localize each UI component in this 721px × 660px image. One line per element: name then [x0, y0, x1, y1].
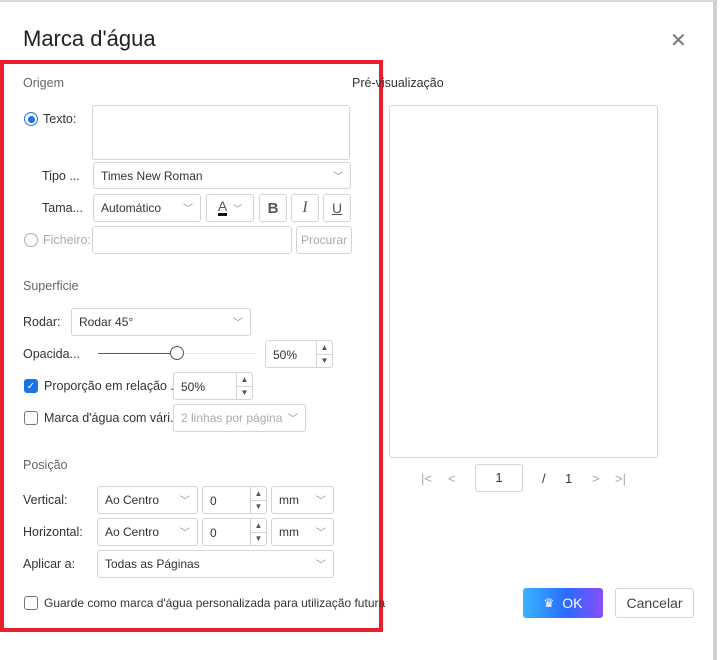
- preview-area: [389, 105, 658, 458]
- proporcao-value: 50%: [181, 380, 206, 394]
- underline-button[interactable]: U: [323, 194, 351, 222]
- chevron-down-icon[interactable]: ▼: [251, 533, 266, 546]
- vertical-value: 0: [210, 494, 217, 508]
- chevron-down-icon: ﹀: [316, 527, 326, 539]
- chevron-up-icon[interactable]: ▲: [251, 487, 266, 501]
- texto-label: Texto:: [43, 112, 77, 126]
- superficie-heading: Superficie: [23, 279, 79, 293]
- vertical-align-select[interactable]: Ao Centro ﹀: [97, 486, 198, 514]
- vertical-align-value: Ao Centro: [105, 493, 160, 507]
- opacity-slider-thumb[interactable]: [170, 346, 184, 360]
- next-page-icon[interactable]: >: [592, 471, 600, 486]
- texto-input[interactable]: [92, 105, 350, 160]
- multi-select[interactable]: 2 linhas por página ﹀: [173, 404, 306, 432]
- chevron-down-icon: ﹀: [180, 495, 190, 507]
- rodar-label: Rodar:: [23, 315, 61, 329]
- procurar-button[interactable]: Procurar: [296, 226, 352, 254]
- preview-heading: Pré-visualização: [352, 76, 444, 90]
- opacidade-spinbox[interactable]: 50% ▲ ▼: [265, 340, 333, 368]
- horizontal-align-value: Ao Centro: [105, 525, 160, 539]
- aplicar-label: Aplicar a:: [23, 557, 76, 571]
- horizontal-unit-value: mm: [279, 525, 299, 539]
- font-value: Times New Roman: [101, 168, 203, 183]
- italic-button[interactable]: I: [291, 194, 319, 222]
- rodar-value: Rodar 45°: [79, 315, 134, 329]
- rodar-select[interactable]: Rodar 45° ﹀: [71, 308, 251, 336]
- crown-icon: ♛: [543, 596, 555, 610]
- chevron-down-icon: ﹀: [288, 413, 298, 425]
- chevron-down-icon[interactable]: ▼: [251, 501, 266, 514]
- font-color-button[interactable]: A ﹀: [206, 194, 254, 222]
- vertical-unit-value: mm: [279, 493, 299, 507]
- opacity-slider-fill: [98, 353, 177, 354]
- close-icon[interactable]: ✕: [670, 28, 687, 53]
- opacidade-value: 50%: [273, 348, 298, 362]
- multi-checkbox[interactable]: [24, 411, 38, 425]
- prev-page-icon[interactable]: <: [448, 471, 456, 486]
- chevron-down-icon[interactable]: ▼: [237, 387, 252, 400]
- ficheiro-label: Ficheiro:: [43, 233, 91, 247]
- page-input[interactable]: 1: [475, 464, 523, 492]
- aplicar-select[interactable]: Todas as Páginas ﹀: [97, 550, 334, 578]
- chevron-up-icon[interactable]: ▲: [317, 341, 332, 355]
- chevron-down-icon: ﹀: [180, 527, 190, 539]
- multi-value: 2 linhas por página: [181, 411, 283, 425]
- proporcao-spinbox[interactable]: 50% ▲ ▼: [173, 372, 253, 400]
- horizontal-unit-select[interactable]: mm ﹀: [271, 518, 334, 546]
- chevron-up-icon[interactable]: ▲: [251, 519, 266, 533]
- page-total: 1: [565, 471, 573, 486]
- save-custom-label: Guarde como marca d'água personalizada p…: [44, 596, 386, 610]
- font-color-icon: A: [217, 198, 228, 216]
- dialog-title: Marca d'água: [23, 26, 156, 51]
- page-separator: /: [542, 471, 546, 486]
- multi-label: Marca d'água com vári...: [44, 411, 181, 425]
- chevron-down-icon[interactable]: ▼: [317, 355, 332, 368]
- chevron-down-icon: ﹀: [316, 495, 326, 507]
- proporcao-label: Proporção em relação ...: [44, 379, 181, 393]
- vertical-spinbox[interactable]: 0 ▲ ▼: [202, 486, 267, 514]
- texto-radio[interactable]: [24, 112, 38, 126]
- vertical-unit-select[interactable]: mm ﹀: [271, 486, 334, 514]
- chevron-down-icon: ﹀: [233, 317, 243, 329]
- horizontal-spinbox[interactable]: 0 ▲ ▼: [202, 518, 267, 546]
- chevron-down-icon: ﹀: [333, 171, 343, 183]
- origem-heading: Origem: [23, 76, 64, 90]
- aplicar-value: Todas as Páginas: [105, 557, 200, 571]
- first-page-icon[interactable]: |<: [421, 471, 432, 486]
- ok-label: OK: [562, 595, 583, 611]
- posicao-heading: Posição: [23, 458, 68, 472]
- save-custom-checkbox[interactable]: [24, 596, 38, 610]
- chevron-down-icon: ﹀: [316, 559, 326, 571]
- chevron-down-icon: ﹀: [233, 203, 243, 214]
- horizontal-align-select[interactable]: Ao Centro ﹀: [97, 518, 198, 546]
- ficheiro-input[interactable]: [92, 226, 292, 254]
- proporcao-checkbox[interactable]: ✓: [24, 379, 38, 393]
- ficheiro-radio[interactable]: [24, 233, 38, 247]
- cancel-button[interactable]: Cancelar: [615, 588, 694, 618]
- size-select[interactable]: Automático ﹀: [93, 194, 201, 222]
- opacidade-label: Opacida...: [23, 347, 80, 361]
- chevron-up-icon[interactable]: ▲: [237, 373, 252, 387]
- horizontal-label: Horizontal:: [23, 525, 83, 539]
- ok-button[interactable]: ♛ OK: [523, 588, 603, 618]
- size-value: Automático: [101, 201, 162, 215]
- horizontal-value: 0: [210, 526, 217, 540]
- vertical-label: Vertical:: [23, 493, 68, 507]
- font-select[interactable]: Times New Roman ﹀: [93, 162, 351, 189]
- last-page-icon[interactable]: >|: [615, 471, 626, 486]
- tamanho-label: Tama...: [42, 201, 83, 215]
- chevron-down-icon: ﹀: [183, 203, 193, 215]
- tipo-label: Tipo ...: [42, 169, 80, 183]
- bold-button[interactable]: B: [259, 194, 287, 222]
